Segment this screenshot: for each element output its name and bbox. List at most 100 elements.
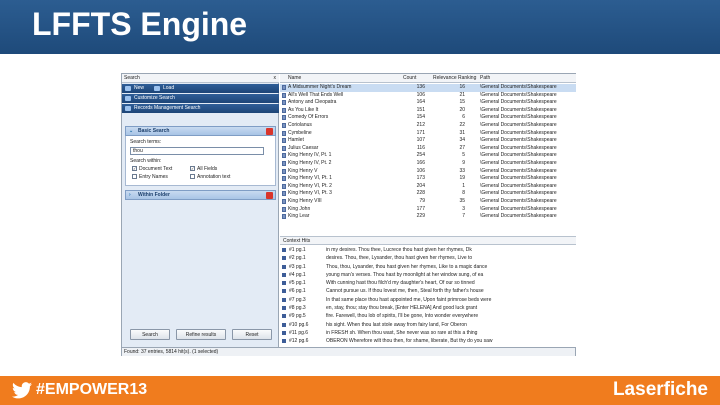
context-hit-row[interactable]: #6 pg.1 Cannot pursue us. If thou lovest … (280, 287, 576, 295)
remove-section-icon[interactable] (266, 192, 273, 199)
basic-search-title: Basic Search (138, 128, 170, 134)
table-cell: All's Well That Ends Well (288, 91, 344, 98)
basic-search-section-header[interactable]: ⌄ Basic Search (125, 126, 276, 136)
table-row[interactable]: All's Well That Ends Well 106 21 \General D… (280, 92, 576, 100)
column-header-relevance[interactable]: Relevance Ranking (433, 74, 476, 83)
table-row[interactable]: King Lear 229 7 \General Documents\Shakespe… (280, 213, 576, 221)
within-folder-title: Within Folder (138, 192, 170, 198)
customize-icon (125, 96, 131, 101)
table-cell: 173 (416, 175, 425, 182)
document-icon (282, 191, 286, 197)
hit-page: #8 pg.3 (289, 305, 306, 312)
records-icon (125, 106, 131, 111)
chevron-right-icon[interactable]: › (129, 191, 131, 200)
table-cell: \General Documents\Shakespeare (480, 213, 557, 220)
document-icon (282, 145, 286, 151)
annotation-text-checkbox[interactable] (190, 174, 195, 179)
search-terms-input[interactable]: thou (130, 147, 264, 155)
table-row[interactable]: Hamlet 107 34 \General Documents\Shakespear… (280, 137, 576, 145)
results-table-body: A Midsummer Night's Dream 136 16 \General D… (280, 84, 576, 221)
load-search-button[interactable]: Load (163, 84, 174, 93)
table-row[interactable]: Julius Caesar 116 27 \General Documents\Sha… (280, 145, 576, 153)
within-folder-section-header[interactable]: › Within Folder (125, 190, 276, 200)
context-hit-row[interactable]: #2 pg.1 desires. Thou, thee, Lysander, th… (280, 254, 576, 262)
table-cell: 22 (459, 121, 465, 128)
column-header-count[interactable]: Count (403, 74, 416, 83)
hit-context: in my desires. Thou thee, Lucrece thou h… (326, 247, 472, 253)
hit-context: his sight. When thou last stole away fro… (326, 321, 467, 328)
table-cell: King Henry IV, Pt. 2 (288, 159, 332, 166)
context-hit-row[interactable]: #12 pg.6 OBERON Wherefore wilt thou then,… (280, 337, 576, 345)
new-search-button[interactable]: New (134, 85, 144, 91)
table-cell: \General Documents\Shakespeare (480, 137, 557, 144)
customize-search-item[interactable]: Customize Search (122, 94, 279, 103)
table-cell: \General Documents\Shakespeare (480, 205, 557, 212)
hit-icon (282, 272, 286, 277)
table-cell: 15 (459, 99, 465, 106)
refine-results-button[interactable]: Refine results (176, 329, 226, 340)
table-cell: 107 (416, 137, 425, 144)
records-search-item[interactable]: Records Management Search (122, 104, 279, 113)
close-icon[interactable]: x (274, 74, 277, 83)
hit-page: #6 pg.1 (289, 288, 306, 295)
table-row[interactable]: Cymbeline 171 31 \General Documents\Shakesp… (280, 130, 576, 138)
context-hit-row[interactable]: #10 pg.6 his sight. When thou last stole … (280, 321, 576, 329)
table-cell: \General Documents\Shakespeare (480, 175, 557, 182)
search-within-label: Search within: (130, 158, 162, 164)
table-row[interactable]: King Henry VI, Pt. 1 173 19 \General Docume… (280, 175, 576, 183)
document-icon (282, 107, 286, 113)
table-row[interactable]: King Henry VI, Pt. 2 204 1 \General Documen… (280, 183, 576, 191)
table-cell: King Henry V (288, 167, 318, 174)
table-cell: \General Documents\Shakespeare (480, 121, 557, 128)
records-search-label: Records Management Search (134, 105, 201, 111)
table-row[interactable]: King Henry IV, Pt. 2 166 9 \General Documen… (280, 160, 576, 168)
table-row[interactable]: A Midsummer Night's Dream 136 16 \General D… (280, 84, 576, 92)
document-icon (282, 206, 286, 212)
table-cell: 19 (459, 175, 465, 182)
document-text-checkbox[interactable]: ✓ (132, 166, 137, 171)
table-row[interactable]: King Henry VI, Pt. 3 228 8 \General Documen… (280, 190, 576, 198)
new-load-toolbar: New Load (122, 84, 279, 93)
table-cell: \General Documents\Shakespeare (480, 167, 557, 174)
annotation-text-label: Annotation text (197, 174, 231, 180)
table-row[interactable]: King Henry VIII 79 35 \General Documents\Sh… (280, 198, 576, 206)
context-hit-row[interactable]: #5 pg.1 With cunning hast thou filch'd my… (280, 279, 576, 287)
column-header-name[interactable]: Name (288, 74, 301, 83)
table-row[interactable]: King John 177 3 \General Documents\Shakespe… (280, 206, 576, 214)
chevron-down-icon[interactable]: ⌄ (129, 127, 133, 136)
table-row[interactable]: As You Like It 151 20 \General Documents\Sh… (280, 107, 576, 115)
slide-title: LFFTS Engine (32, 6, 248, 42)
context-hit-row[interactable]: #7 pg.3 In that same place thou hast appo… (280, 296, 576, 304)
table-cell: King John (288, 205, 311, 212)
document-icon (282, 176, 286, 182)
table-cell: King Henry IV, Pt. 1 (288, 152, 332, 159)
table-cell: \General Documents\Shakespeare (480, 197, 557, 204)
context-hit-row[interactable]: #3 pg.1 Thou, thou, Lysander, thou hast g… (280, 263, 576, 271)
reset-button[interactable]: Reset (232, 329, 272, 340)
search-button[interactable]: Search (130, 329, 170, 340)
column-header-path[interactable]: Path (480, 74, 490, 83)
table-row[interactable]: King Henry V 106 33 \General Documents\Shak… (280, 168, 576, 176)
remove-section-icon[interactable] (266, 128, 273, 135)
table-row[interactable]: King Henry IV, Pt. 1 254 5 \General Documen… (280, 152, 576, 160)
table-row[interactable]: Comedy Of Errors 154 6 \General Documents\S… (280, 114, 576, 122)
context-hit-row[interactable]: #11 pg.6 in FRESH sh. When thou wast, She… (280, 329, 576, 337)
context-hit-row[interactable]: #9 pg.5 fire. Farewell, thou lob of spiri… (280, 312, 576, 320)
document-icon (282, 115, 286, 121)
context-hit-row[interactable]: #1 pg.1 in my desires. Thou thee, Lucrece… (280, 246, 576, 254)
all-fields-checkbox[interactable]: ✓ (190, 166, 195, 171)
load-search-icon (154, 86, 160, 91)
context-hit-row[interactable]: #8 pg.3 en, stay, thou; stay thou break, … (280, 304, 576, 312)
hit-page: #10 pg.6 (289, 321, 309, 328)
hit-context: fire. Farewell, thou lob of spirits, I'l… (326, 313, 479, 320)
table-row[interactable]: Coriolanus 212 22 \General Documents\Shakes… (280, 122, 576, 130)
table-row[interactable]: Antony and Cleopatra 164 15 \General Docume… (280, 99, 576, 107)
table-cell: \General Documents\Shakespeare (480, 144, 557, 151)
slide: LFFTS Engine Search x New Load Customize… (0, 0, 720, 405)
table-cell: King Henry VIII (288, 197, 322, 204)
entry-names-checkbox[interactable] (132, 174, 137, 179)
table-cell: 177 (416, 205, 425, 212)
context-hit-row[interactable]: #4 pg.1 young man's verses. Thou hast by … (280, 271, 576, 279)
table-cell: 116 (417, 144, 425, 151)
table-cell: A Midsummer Night's Dream (288, 84, 352, 90)
